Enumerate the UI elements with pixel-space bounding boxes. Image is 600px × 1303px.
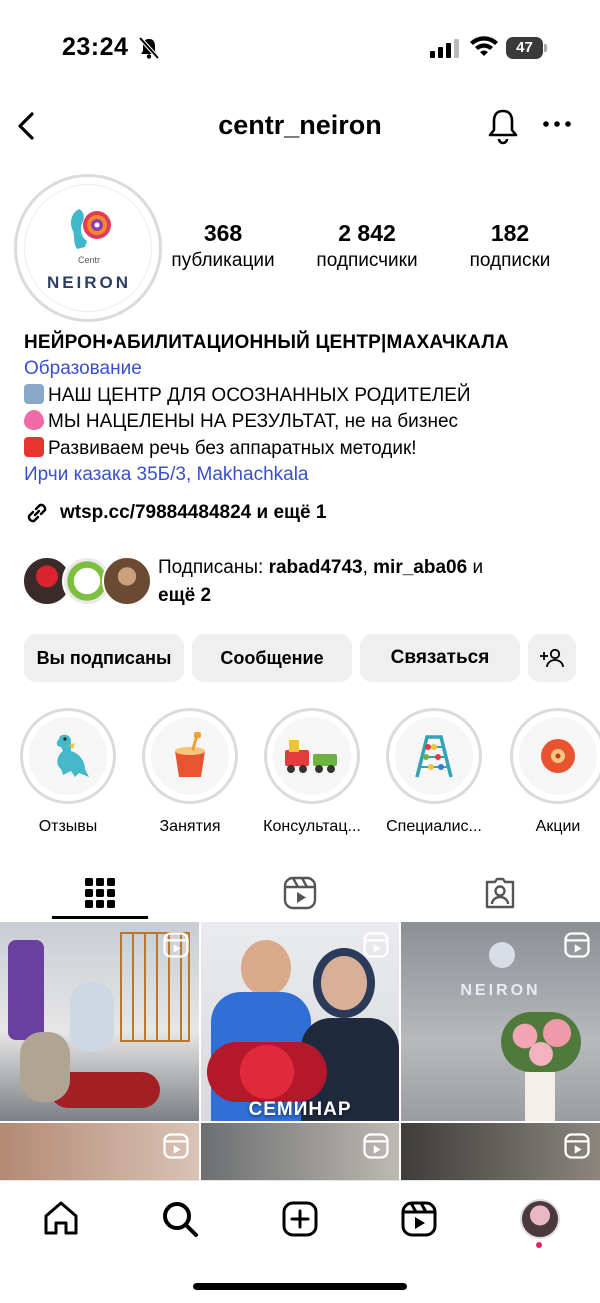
stat-posts[interactable]: 368 публикации <box>164 218 282 274</box>
following-button[interactable]: Вы подписаны <box>24 634 184 682</box>
mutual-followers-text[interactable]: Подписаны: rabad4743, mir_aba06 и ещё 2 <box>158 554 578 610</box>
mutual-more: ещё 2 <box>158 585 212 606</box>
notifications-bell-icon[interactable] <box>486 106 520 146</box>
status-time: 23:24 <box>62 33 129 61</box>
highlight-classes-label: Занятия <box>159 818 221 835</box>
mutual-and: и <box>467 557 484 578</box>
bio-line-1-text: НАШ ЦЕНТР ДЛЯ ОСОЗНАННЫХ РОДИТЕЛЕЙ <box>48 384 471 406</box>
home-icon[interactable] <box>41 1199 81 1239</box>
create-post-icon[interactable] <box>280 1199 320 1239</box>
grid-post-5[interactable] <box>201 1123 399 1180</box>
siren-emoji-icon <box>24 436 44 457</box>
stat-posts-count: 368 <box>203 220 243 246</box>
highlight-reviews-label: Отзывы <box>38 818 98 835</box>
sand-bucket-icon <box>175 732 205 777</box>
tab-reels[interactable] <box>200 868 400 918</box>
grid-post-4[interactable] <box>0 1123 199 1180</box>
bio-line-2-text: МЫ НАЦЕЛЕНЫ НА РЕЗУЛЬТАТ, не на бизнес <box>48 411 459 432</box>
logo-subtitle: Centr <box>77 255 100 265</box>
mutual-prefix: Подписаны: <box>158 557 269 578</box>
contact-button[interactable]: Связаться <box>360 634 520 682</box>
cellular-signal-icon <box>430 39 459 58</box>
grid-post-2[interactable]: СЕМИНАР <box>201 922 399 1121</box>
battery-icon: 47 <box>506 37 547 59</box>
highlight-classes[interactable]: Занятия <box>140 708 240 836</box>
add-person-icon <box>540 648 564 668</box>
mutual-user-1: rabad4743 <box>268 557 363 578</box>
bio-line-2: МЫ НАЦЕЛЕНЫ НА РЕЗУЛЬТАТ, не на бизнес <box>24 409 594 436</box>
message-button[interactable]: Сообщение <box>192 634 352 682</box>
status-bar: 23:24 47 <box>0 0 600 96</box>
profile-link-text: wtsp.cc/79884484824 и ещё 1 <box>60 502 327 523</box>
stat-followers-label: подписчики <box>316 250 418 271</box>
profile-avatar[interactable]: Centr NEIRON <box>14 174 162 322</box>
highlight-specialists[interactable]: Специалис... <box>384 708 484 836</box>
family-emoji-icon <box>24 383 44 404</box>
bio-line-3: Развиваем речь без аппаратных методик! <box>24 436 594 463</box>
reel-badge-icon <box>363 1133 389 1159</box>
grid-icon <box>85 878 115 908</box>
grid-post-1[interactable] <box>0 922 199 1121</box>
yo-yo-icon <box>541 739 575 773</box>
silent-mode-icon <box>138 36 160 60</box>
avatar-image: Centr NEIRON <box>24 184 152 312</box>
stat-followers[interactable]: 2 842 подписчики <box>305 218 429 274</box>
reels-nav-icon[interactable] <box>399 1199 439 1239</box>
profile-full-name: НЕЙРОН•АБИЛИТАЦИОННЫЙ ЦЕНТР|МАХАЧКАЛА <box>24 332 509 353</box>
reel-badge-icon <box>363 932 389 958</box>
neiron-logo-icon <box>71 209 111 249</box>
wall-logo-text: NEIRON <box>460 982 541 999</box>
heart-emoji-icon <box>24 410 44 430</box>
tab-posts-grid[interactable] <box>0 868 200 918</box>
grid-post-3[interactable]: NEIRON <box>401 922 600 1121</box>
bio-line-3-text: Развиваем речь без аппаратных методик! <box>48 437 417 459</box>
stat-following[interactable]: 182 подписки <box>458 218 562 274</box>
wifi-icon <box>470 36 498 56</box>
profile-link[interactable]: wtsp.cc/79884484824 и ещё 1 <box>24 500 326 526</box>
toy-train-icon <box>285 740 337 773</box>
highlight-consultations[interactable]: Консультац... <box>262 708 362 836</box>
tab-tagged[interactable] <box>400 868 600 918</box>
suggest-people-button[interactable] <box>528 634 576 682</box>
logo-wordmark: NEIRON <box>46 273 132 292</box>
stat-posts-label: публикации <box>171 250 275 271</box>
battery-level: 47 <box>516 39 533 56</box>
reels-icon <box>283 876 317 910</box>
profile-location[interactable]: Ирчи казака 35Б/3, Makhachkala <box>24 462 594 489</box>
bio-line-1: НАШ ЦЕНТР ДЛЯ ОСОЗНАННЫХ РОДИТЕЛЕЙ <box>24 383 594 410</box>
highlight-consultations-label: Консультац... <box>263 818 361 835</box>
stat-following-label: подписки <box>469 250 551 271</box>
abacus-icon <box>415 735 453 778</box>
reel-badge-icon <box>564 932 590 958</box>
mutual-sep: , <box>362 557 374 578</box>
profile-bio: НЕЙРОН•АБИЛИТАЦИОННЫЙ ЦЕНТР|МАХАЧКАЛА Об… <box>24 330 594 489</box>
profile-category[interactable]: Образование <box>24 356 594 383</box>
link-icon <box>27 503 47 523</box>
search-icon[interactable] <box>160 1199 200 1239</box>
reel-badge-icon <box>163 932 189 958</box>
reel-badge-icon <box>163 1133 189 1159</box>
mutual-user-2: mir_aba06 <box>373 557 468 578</box>
highlight-promotions-label: Акции <box>535 818 581 835</box>
notification-dot <box>536 1242 542 1248</box>
home-indicator <box>193 1283 407 1290</box>
highlight-promotions[interactable]: Акции <box>508 708 600 836</box>
highlight-specialists-label: Специалис... <box>386 818 482 835</box>
reel-badge-icon <box>564 1133 590 1159</box>
more-options-icon[interactable] <box>542 116 572 132</box>
profile-nav-avatar[interactable] <box>520 1199 560 1239</box>
stat-following-count: 182 <box>490 220 530 246</box>
highlight-reviews[interactable]: Отзывы <box>18 708 118 836</box>
mutual-followers-avatars[interactable] <box>22 556 152 608</box>
tagged-person-icon <box>485 877 515 909</box>
grid-post-6[interactable] <box>401 1123 600 1180</box>
post-caption-seminar: СЕМИНАР <box>248 1099 352 1120</box>
stat-followers-count: 2 842 <box>338 220 396 246</box>
active-tab-indicator <box>52 916 148 919</box>
follower-avatar-3 <box>102 556 152 606</box>
dinosaur-icon <box>56 734 89 777</box>
